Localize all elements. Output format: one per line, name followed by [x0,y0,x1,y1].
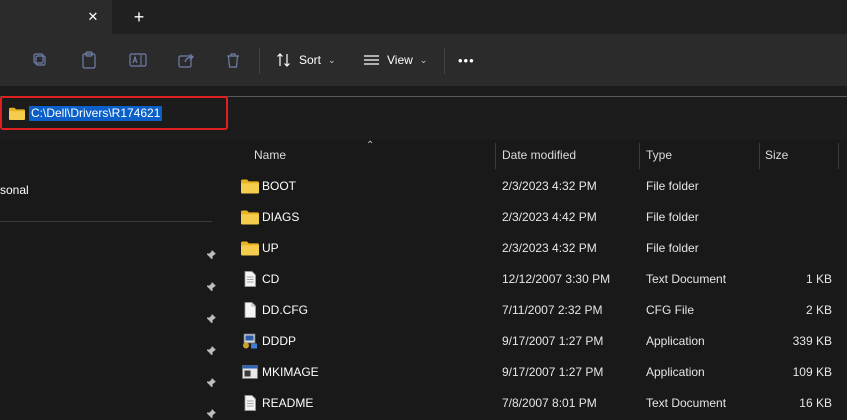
file-name: MKIMAGE [262,365,319,379]
folder-icon [241,240,259,256]
sort-button[interactable]: Sort ⌄ [276,46,336,74]
file-date-modified: 2/3/2023 4:42 PM [502,210,597,224]
toolbar-separator [444,48,445,74]
file-row[interactable]: DD.CFG 7/11/2007 2:32 PM CFG File 2 KB [222,295,847,326]
file-date-modified: 7/8/2007 8:01 PM [502,396,597,410]
file-size: 339 KB [792,334,832,348]
chevron-down-icon: ⌄ [419,54,428,65]
paste-icon[interactable] [77,48,101,72]
sort-ascending-icon: ⌃ [366,140,375,151]
copy-icon[interactable] [28,48,52,72]
file-type: Text Document [646,272,727,286]
file-name: DDDP [262,334,297,348]
share-icon[interactable] [174,48,198,72]
file-type: File folder [646,210,699,224]
file-date-modified: 2/3/2023 4:32 PM [502,241,597,255]
file-list: ⌃ Name Date modified Type Size BOOT 2/3/2… [222,140,847,420]
file-name: README [262,396,314,410]
chevron-down-icon: ⌄ [328,54,336,65]
view-label: View [387,53,413,67]
file-date-modified: 9/17/2007 1:27 PM [502,365,604,379]
close-icon: ✕ [87,9,99,24]
file-row[interactable]: MKIMAGE 9/17/2007 1:27 PM Application 109 K… [222,357,847,388]
more-icon: ••• [458,52,475,68]
column-header-name[interactable]: Name [254,148,286,162]
file-date-modified: 7/11/2007 2:32 PM [502,303,603,317]
file-row[interactable]: CD 12/12/2007 3:30 PM Text Document 1 KB [222,264,847,295]
column-separator[interactable] [759,143,760,169]
file-type: Application [646,365,705,379]
view-icon [364,55,379,65]
address-bar[interactable]: C:\Dell\Drivers\R174621 [0,96,228,130]
file-type: CFG File [646,303,694,317]
file-name: DD.CFG [262,303,308,317]
sort-icon [277,53,290,67]
view-button[interactable]: View ⌄ [363,46,427,74]
pin-icon[interactable] [205,313,217,325]
file-date-modified: 12/12/2007 3:30 PM [502,272,611,286]
file-date-modified: 9/17/2007 1:27 PM [502,334,604,348]
folder-icon [9,107,25,120]
address-path[interactable]: C:\Dell\Drivers\R174621 [29,106,163,121]
pin-icon[interactable] [205,249,217,261]
file-row[interactable]: DDDP 9/17/2007 1:27 PM Application 339 KB [222,326,847,357]
file-type: Application [646,334,705,348]
column-header-size[interactable]: Size [765,148,788,162]
file-row[interactable]: BOOT 2/3/2023 4:32 PM File folder [222,171,847,202]
file-type: File folder [646,241,699,255]
file-name: CD [262,272,280,286]
column-separator[interactable] [838,143,839,169]
plus-icon: + [133,7,145,27]
nav-divider [0,221,212,222]
pin-icon[interactable] [205,408,217,420]
file-name: UP [262,241,279,255]
title-bar: ✕ + [0,0,847,34]
file-row[interactable]: README 7/8/2007 8:01 PM Text Document 16 KB [222,388,847,419]
column-header-type[interactable]: Type [646,148,672,162]
file-size: 109 KB [792,365,832,379]
navigation-pane: sonal [0,140,222,420]
close-tab-button[interactable]: ✕ [82,6,104,28]
rename-icon[interactable] [126,48,150,72]
more-options-button[interactable]: ••• [458,46,475,74]
file-date-modified: 2/3/2023 4:32 PM [502,179,597,193]
file-size: 2 KB [805,303,832,317]
pin-icon[interactable] [205,377,217,389]
nav-item-personal[interactable]: sonal [0,183,29,197]
file-size: 16 KB [799,396,832,410]
toolbar-separator [259,48,260,74]
column-separator[interactable] [639,143,640,169]
text-file-icon [241,395,259,411]
file-name: DIAGS [262,210,300,224]
folder-icon [241,209,259,225]
sort-label: Sort [299,53,322,67]
command-bar: Sort ⌄ View ⌄ ••• [0,34,847,86]
new-tab-button[interactable]: + [128,6,150,28]
file-type: Text Document [646,396,727,410]
window-app-icon [241,364,259,380]
column-header-date[interactable]: Date modified [502,148,576,162]
file-row[interactable]: DIAGS 2/3/2023 4:42 PM File folder [222,202,847,233]
delete-icon[interactable] [221,48,245,72]
file-size: 1 KB [805,272,832,286]
pin-icon[interactable] [205,345,217,357]
text-file-icon [241,271,259,287]
folder-icon [241,178,259,194]
file-icon [241,302,259,318]
application-icon [241,333,259,349]
column-separator[interactable] [495,143,496,169]
file-row[interactable]: UP 2/3/2023 4:32 PM File folder [222,233,847,264]
tab-current[interactable]: ✕ [0,0,112,34]
pin-icon[interactable] [205,281,217,293]
file-name: BOOT [262,179,297,193]
file-type: File folder [646,179,699,193]
